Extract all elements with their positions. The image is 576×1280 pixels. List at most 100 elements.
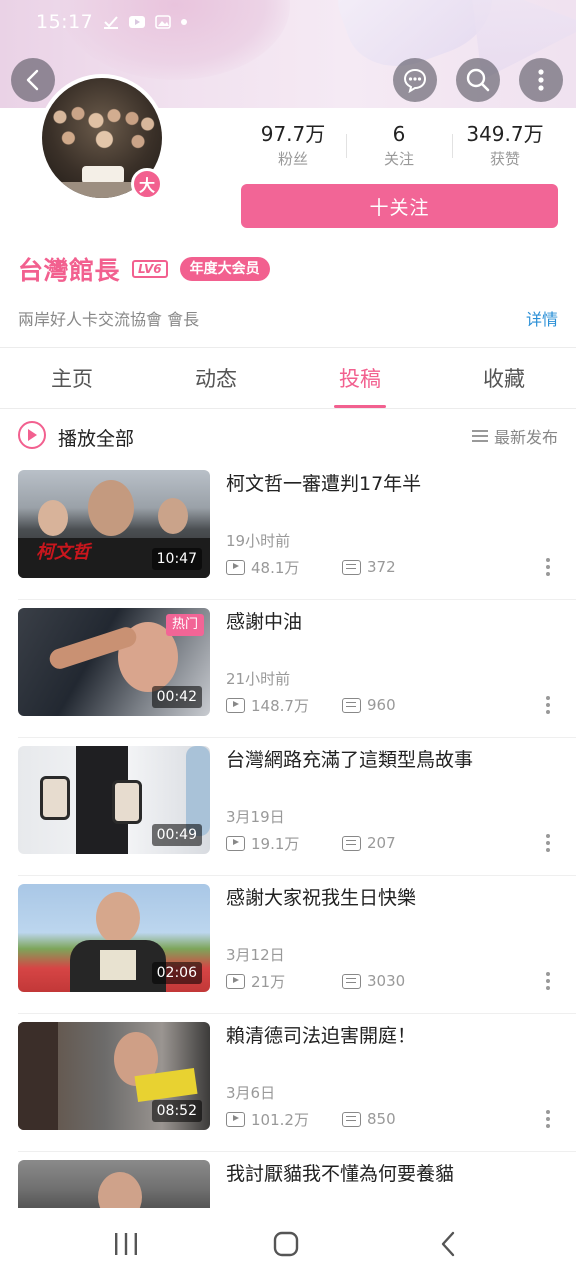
play-count-icon bbox=[226, 697, 245, 713]
video-title[interactable]: 感謝大家祝我生日快樂 bbox=[226, 884, 556, 912]
video-duration: 08:52 bbox=[151, 1100, 202, 1122]
video-thumbnail[interactable]: 08:52 bbox=[18, 1022, 210, 1130]
search-button[interactable] bbox=[456, 58, 500, 102]
comment-icon bbox=[342, 697, 361, 713]
video-views: 101.2万 bbox=[251, 1110, 309, 1129]
play-all-icon[interactable] bbox=[18, 421, 46, 449]
play-count-icon bbox=[226, 973, 245, 989]
status-bar: 15:17 bbox=[0, 0, 576, 44]
video-title[interactable]: 柯文哲一審遭判17年半 bbox=[226, 470, 556, 498]
video-meta: 48.1万 372 bbox=[226, 556, 396, 578]
video-views: 148.7万 bbox=[251, 696, 309, 715]
play-count-icon bbox=[226, 559, 245, 575]
recent-apps-icon bbox=[115, 1233, 137, 1255]
video-comments: 3030 bbox=[367, 972, 406, 990]
message-button[interactable] bbox=[393, 58, 437, 102]
video-thumbnail[interactable]: 02:06 bbox=[18, 884, 210, 992]
video-item[interactable]: 热门 00:42 感謝中油 21小时前 148.7万 960 bbox=[0, 600, 576, 738]
video-comments: 850 bbox=[367, 1110, 396, 1128]
video-date: 19小时前 bbox=[226, 532, 291, 550]
video-comments: 960 bbox=[367, 696, 396, 714]
gallery-icon bbox=[155, 15, 172, 29]
chevron-left-icon bbox=[26, 69, 39, 91]
video-item[interactable]: 02:06 感謝大家祝我生日快樂 3月12日 21万 3030 bbox=[0, 876, 576, 1014]
recent-apps-button[interactable] bbox=[104, 1228, 148, 1260]
stat-following-value: 6 bbox=[392, 122, 406, 146]
comment-icon bbox=[342, 835, 361, 851]
video-thumbnail[interactable] bbox=[18, 1160, 210, 1208]
video-duration: 02:06 bbox=[151, 962, 202, 984]
video-title[interactable]: 賴清德司法迫害開庭！ bbox=[226, 1022, 556, 1050]
video-date: 21小时前 bbox=[226, 670, 291, 688]
more-vertical-icon[interactable] bbox=[544, 972, 552, 994]
detail-link[interactable]: 详情 bbox=[526, 306, 558, 330]
profile-name-row: 台灣館長 LV6 年度大会员 bbox=[18, 252, 270, 286]
video-duration: 10:47 bbox=[151, 548, 202, 570]
more-vertical-icon[interactable] bbox=[544, 834, 552, 856]
tab-uploads[interactable]: 投稿 bbox=[288, 350, 432, 408]
stat-likes-value: 349.7万 bbox=[466, 122, 544, 146]
divider bbox=[0, 347, 576, 348]
search-icon bbox=[466, 68, 490, 92]
stat-following[interactable]: 6 关注 bbox=[346, 120, 452, 174]
sort-label: 最新发布 bbox=[493, 428, 558, 447]
video-title[interactable]: 感謝中油 bbox=[226, 608, 556, 636]
video-comments: 207 bbox=[367, 834, 396, 852]
list-header: 播放全部 最新发布 bbox=[0, 414, 576, 458]
video-date: 3月19日 bbox=[226, 808, 285, 826]
more-button[interactable] bbox=[519, 58, 563, 102]
stat-following-label: 关注 bbox=[383, 150, 414, 168]
follow-button[interactable]: 十关注 bbox=[241, 184, 558, 228]
profile-tabs: 主页 动态 投稿 收藏 bbox=[0, 350, 576, 408]
more-vertical-icon[interactable] bbox=[544, 1110, 552, 1132]
stat-fans[interactable]: 97.7万 粉丝 bbox=[240, 120, 346, 174]
video-date: 3月12日 bbox=[226, 946, 285, 964]
hot-badge: 热门 bbox=[165, 614, 204, 636]
tab-favorites[interactable]: 收藏 bbox=[432, 350, 576, 408]
profile-stats: 97.7万 粉丝 6 关注 349.7万 获赞 bbox=[240, 120, 558, 174]
video-meta: 148.7万 960 bbox=[226, 694, 396, 716]
tab-activity[interactable]: 动态 bbox=[144, 350, 288, 408]
back-icon bbox=[441, 1231, 455, 1257]
video-views: 19.1万 bbox=[251, 834, 300, 853]
more-vertical-icon[interactable] bbox=[544, 696, 552, 718]
video-thumbnail[interactable]: 00:49 bbox=[18, 746, 210, 854]
video-comments: 372 bbox=[367, 558, 396, 576]
video-thumbnail[interactable]: 柯文哲 10:47 bbox=[18, 470, 210, 578]
level-badge: LV6 bbox=[132, 260, 168, 278]
notification-dot-icon bbox=[181, 19, 188, 25]
play-all-button[interactable]: 播放全部 bbox=[58, 424, 134, 451]
video-thumbnail[interactable]: 热门 00:42 bbox=[18, 608, 210, 716]
nav-back-button[interactable] bbox=[426, 1228, 470, 1260]
home-button[interactable] bbox=[264, 1228, 308, 1260]
stat-likes-label: 获赞 bbox=[489, 150, 520, 168]
more-vertical-icon bbox=[538, 69, 544, 91]
tab-home[interactable]: 主页 bbox=[0, 350, 144, 408]
video-views: 48.1万 bbox=[251, 558, 300, 577]
stat-fans-value: 97.7万 bbox=[260, 122, 326, 146]
download-done-icon bbox=[104, 16, 119, 29]
sort-button[interactable]: 最新发布 bbox=[471, 424, 558, 448]
chat-bubble-icon bbox=[403, 68, 427, 94]
video-duration: 00:49 bbox=[151, 824, 202, 846]
more-vertical-icon[interactable] bbox=[544, 558, 552, 580]
divider bbox=[0, 408, 576, 409]
play-count-icon bbox=[226, 835, 245, 851]
stat-likes[interactable]: 349.7万 获赞 bbox=[452, 120, 558, 174]
video-item[interactable]: 00:49 台灣網路充滿了這類型鳥故事 3月19日 19.1万 207 bbox=[0, 738, 576, 876]
comment-icon bbox=[342, 973, 361, 989]
video-title[interactable]: 台灣網路充滿了這類型鳥故事 bbox=[226, 746, 556, 774]
video-item[interactable]: 我討厭貓我不懂為何要養貓 bbox=[0, 1152, 576, 1208]
video-item[interactable]: 08:52 賴清德司法迫害開庭！ 3月6日 101.2万 850 bbox=[0, 1014, 576, 1152]
video-title[interactable]: 我討厭貓我不懂為何要養貓 bbox=[226, 1160, 556, 1188]
video-item[interactable]: 柯文哲 10:47 柯文哲一審遭判17年半 19小时前 48.1万 372 bbox=[0, 462, 576, 600]
youtube-icon bbox=[129, 16, 146, 28]
comment-icon bbox=[342, 1111, 361, 1127]
status-time: 15:17 bbox=[36, 11, 94, 33]
sort-icon bbox=[471, 430, 488, 442]
vip-badge[interactable]: 年度大会员 bbox=[179, 257, 270, 281]
comment-icon bbox=[342, 559, 361, 575]
video-meta: 19.1万 207 bbox=[226, 832, 396, 854]
system-nav-bar bbox=[0, 1208, 576, 1280]
profile-bio: 兩岸好人卡交流協會 會長 bbox=[18, 310, 200, 329]
